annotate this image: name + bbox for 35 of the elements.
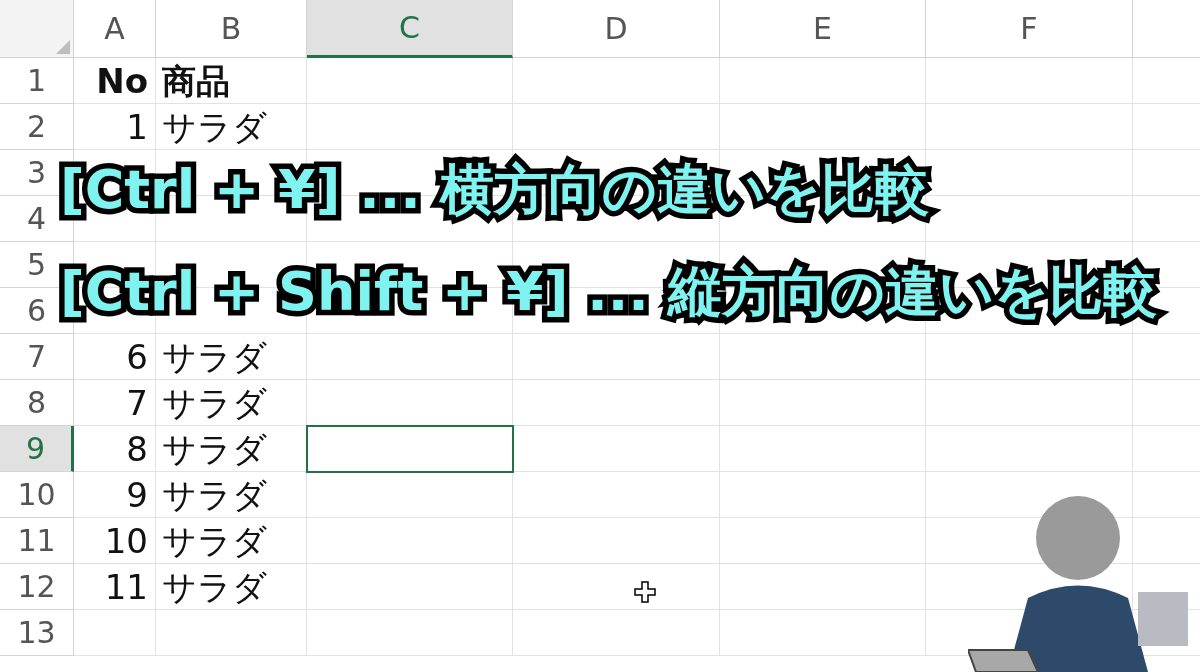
table-cell-text: 10 xyxy=(103,519,149,563)
select-all-corner[interactable] xyxy=(0,0,74,58)
table-cell-text: 6 xyxy=(125,335,149,379)
column-header[interactable]: C xyxy=(307,0,513,58)
table-cell-text: 9 xyxy=(125,473,149,517)
plus-cursor-icon xyxy=(634,581,656,603)
table-cell-text: 8 xyxy=(125,427,149,471)
row-header[interactable]: 11 xyxy=(0,518,74,564)
table-cell-text: サラダ xyxy=(161,105,268,149)
table-cell-text: サラダ xyxy=(161,381,268,425)
table-cell-text: サラダ xyxy=(161,565,268,609)
photo-placeholder xyxy=(1138,592,1188,646)
row-header[interactable]: 10 xyxy=(0,472,74,518)
column-header[interactable]: F xyxy=(926,0,1133,58)
table-cell-text: 7 xyxy=(125,381,149,425)
row-header[interactable]: 13 xyxy=(0,610,74,656)
table-cell-text: No xyxy=(95,59,149,103)
table-cell-text: サラダ xyxy=(161,519,268,563)
table-cell-text: 1 xyxy=(125,105,149,149)
row-header[interactable]: 1 xyxy=(0,58,74,104)
table-cell-text: サラダ xyxy=(161,473,268,517)
table-cell-text: サラダ xyxy=(161,335,268,379)
table-cell-text: 商品 xyxy=(161,59,231,103)
row-header[interactable]: 9 xyxy=(0,426,74,472)
column-header[interactable]: B xyxy=(156,0,307,58)
row-header[interactable]: 8 xyxy=(0,380,74,426)
column-header[interactable]: A xyxy=(74,0,156,58)
table-cell-text: 11 xyxy=(103,565,149,609)
table-cell-text: サラダ xyxy=(161,427,268,471)
column-header[interactable]: E xyxy=(720,0,926,58)
row-header[interactable]: 7 xyxy=(0,334,74,380)
row-header[interactable]: 12 xyxy=(0,564,74,610)
active-cell[interactable] xyxy=(307,426,513,472)
row-header[interactable]: 2 xyxy=(0,104,74,150)
column-header[interactable]: D xyxy=(513,0,720,58)
